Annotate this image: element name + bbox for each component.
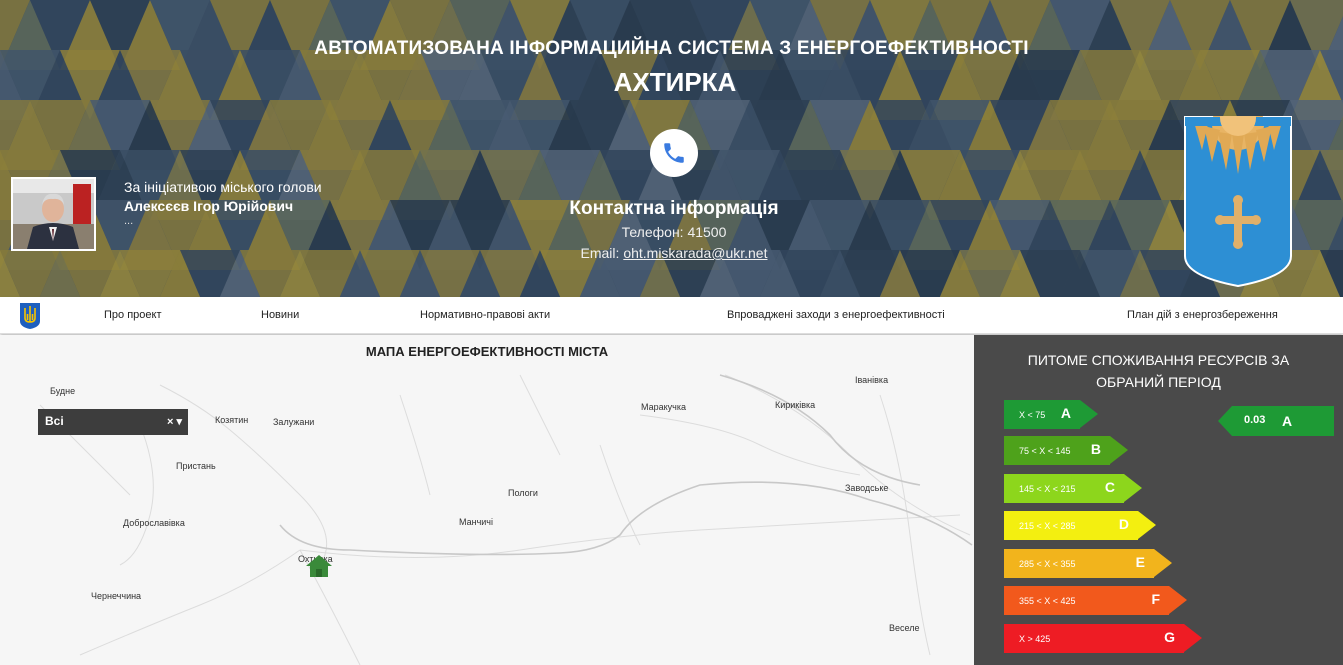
mayor-name: Алексєєв Ігор Юрійович: [124, 198, 294, 214]
map-title: МАПА ЕНЕРГОЕФЕКТИВНОСТІ МІСТА: [365, 344, 609, 359]
energy-class-bar-a: X < 75 A: [1004, 400, 1098, 429]
phone-icon: [664, 143, 684, 163]
system-title: АВТОМАТИЗОВАНА ІНФОРМАЦИЙНА СИСТЕМА З ЕН…: [314, 38, 1029, 59]
energy-class-letter: C: [1104, 479, 1115, 495]
map-roads: [0, 335, 974, 665]
energy-class-bar-g: X > 425 G: [1004, 624, 1202, 653]
place-label: Пологи: [508, 488, 538, 498]
phone-button[interactable]: [650, 129, 698, 177]
nav-news[interactable]: Новини: [261, 309, 299, 321]
energy-class-letter: A: [1060, 405, 1071, 421]
energy-map[interactable]: МАПА ЕНЕРГОЕФЕКТИВНОСТІ МІСТА Будне Козя…: [0, 335, 974, 665]
energy-class-arrow: [1080, 400, 1098, 428]
clear-icon[interactable]: ×: [167, 416, 173, 428]
place-label: Манчичі: [459, 517, 493, 527]
energy-class-bar-e: 285 < X < 355 E: [1004, 549, 1172, 578]
result-value: 0.03: [1244, 414, 1266, 426]
chevron-down-icon[interactable]: ▾: [176, 416, 182, 428]
energy-class-arrow: [1154, 549, 1172, 577]
consumption-panel: ПИТОМЕ СПОЖИВАННЯ РЕСУРСІВ ЗА ОБРАНИЙ ПЕ…: [974, 335, 1343, 665]
nav-energy-saving-plan[interactable]: План дій з енергозбереження: [1127, 309, 1278, 321]
energy-class-letter: B: [1090, 441, 1101, 457]
energy-class-range: 285 < X < 355: [1019, 558, 1076, 569]
city-title: АХТИРКА: [613, 67, 737, 97]
panel-title-line2: ОБРАНИЙ ПЕРІОД: [1096, 374, 1221, 390]
nav-about-project[interactable]: Про проект: [104, 309, 161, 321]
result-letter: A: [1282, 413, 1293, 429]
energy-class-arrow: [1124, 474, 1142, 502]
energy-class-range: 145 < X < 215: [1019, 483, 1076, 494]
mayor-initiative-text: За ініціативою міського голови: [124, 179, 322, 195]
energy-class-bar-d: 215 < X < 285 D: [1004, 511, 1156, 540]
place-label: Пристань: [176, 461, 216, 471]
place-label: Будне: [50, 386, 76, 396]
select-value: Всі: [45, 414, 64, 428]
contact-title: Контактна інформація: [569, 198, 779, 219]
energy-class-letter: E: [1135, 554, 1145, 570]
main-navigation: Про проект Новини Нормативно-правові акт…: [0, 297, 1343, 334]
place-label: Доброславівка: [123, 518, 185, 528]
place-label: Козятин: [215, 415, 249, 425]
place-label: Кириківка: [775, 400, 816, 410]
energy-class-arrow: [1169, 586, 1187, 614]
result-arrow: [1218, 406, 1232, 436]
mayor-photo: [11, 177, 96, 251]
place-label: Заводське: [845, 483, 889, 493]
header-banner: АВТОМАТИЗОВАНА ІНФОРМАЦИЙНА СИСТЕМА З ЕН…: [0, 0, 1343, 297]
place-label: Іванівка: [855, 375, 889, 385]
nav-implemented-measures[interactable]: Впроваджені заходи з енергоефективності: [727, 309, 945, 321]
place-label: Маракучка: [641, 402, 686, 412]
building-filter-select[interactable]: Всі × ▾: [38, 409, 188, 435]
energy-class-bar-f: 355 < X < 425 F: [1004, 586, 1187, 615]
energy-class-range: 75 < X < 145: [1019, 445, 1071, 456]
email-label: Email:: [580, 245, 620, 261]
energy-class-arrow: [1110, 436, 1128, 464]
home-marker-icon[interactable]: [305, 554, 333, 578]
energy-class-bar-b: 75 < X < 145 B: [1004, 436, 1128, 465]
energy-class-range: 355 < X < 425: [1019, 595, 1076, 606]
result-indicator: 0.03 A: [1218, 406, 1334, 436]
energy-class-bar-c: 145 < X < 215 C: [1004, 474, 1142, 503]
panel-title-line1: ПИТОМЕ СПОЖИВАННЯ РЕСУРСІВ ЗА: [1027, 352, 1290, 368]
energy-class-arrow: [1184, 624, 1202, 652]
email-link[interactable]: oht.miskarada@ukr.net: [623, 245, 767, 261]
nav-legal-acts[interactable]: Нормативно-правові акти: [420, 309, 550, 321]
energy-class-letter: D: [1118, 516, 1129, 532]
ukraine-trident-icon[interactable]: [19, 302, 41, 330]
coat-of-arms-icon: [1184, 116, 1292, 288]
place-label: Залужани: [273, 417, 315, 427]
place-label: Чернеччина: [91, 591, 142, 601]
select-controls[interactable]: × ▾: [167, 415, 182, 428]
place-label: Веселе: [889, 623, 920, 633]
energy-class-letter: G: [1164, 629, 1175, 645]
energy-class-arrow: [1138, 511, 1156, 539]
energy-class-range: X < 75: [1019, 409, 1046, 420]
energy-class-range: X > 425: [1019, 633, 1051, 644]
contact-phone: Телефон: 41500: [621, 224, 727, 240]
mayor-more: ...: [124, 215, 134, 227]
panel-title: ПИТОМЕ СПОЖИВАННЯ РЕСУРСІВ ЗА ОБРАНИЙ ПЕ…: [974, 349, 1343, 393]
energy-class-letter: F: [1151, 591, 1160, 607]
contact-email-line: Email: oht.miskarada@ukr.net: [474, 245, 874, 261]
energy-class-range: 215 < X < 285: [1019, 520, 1076, 531]
